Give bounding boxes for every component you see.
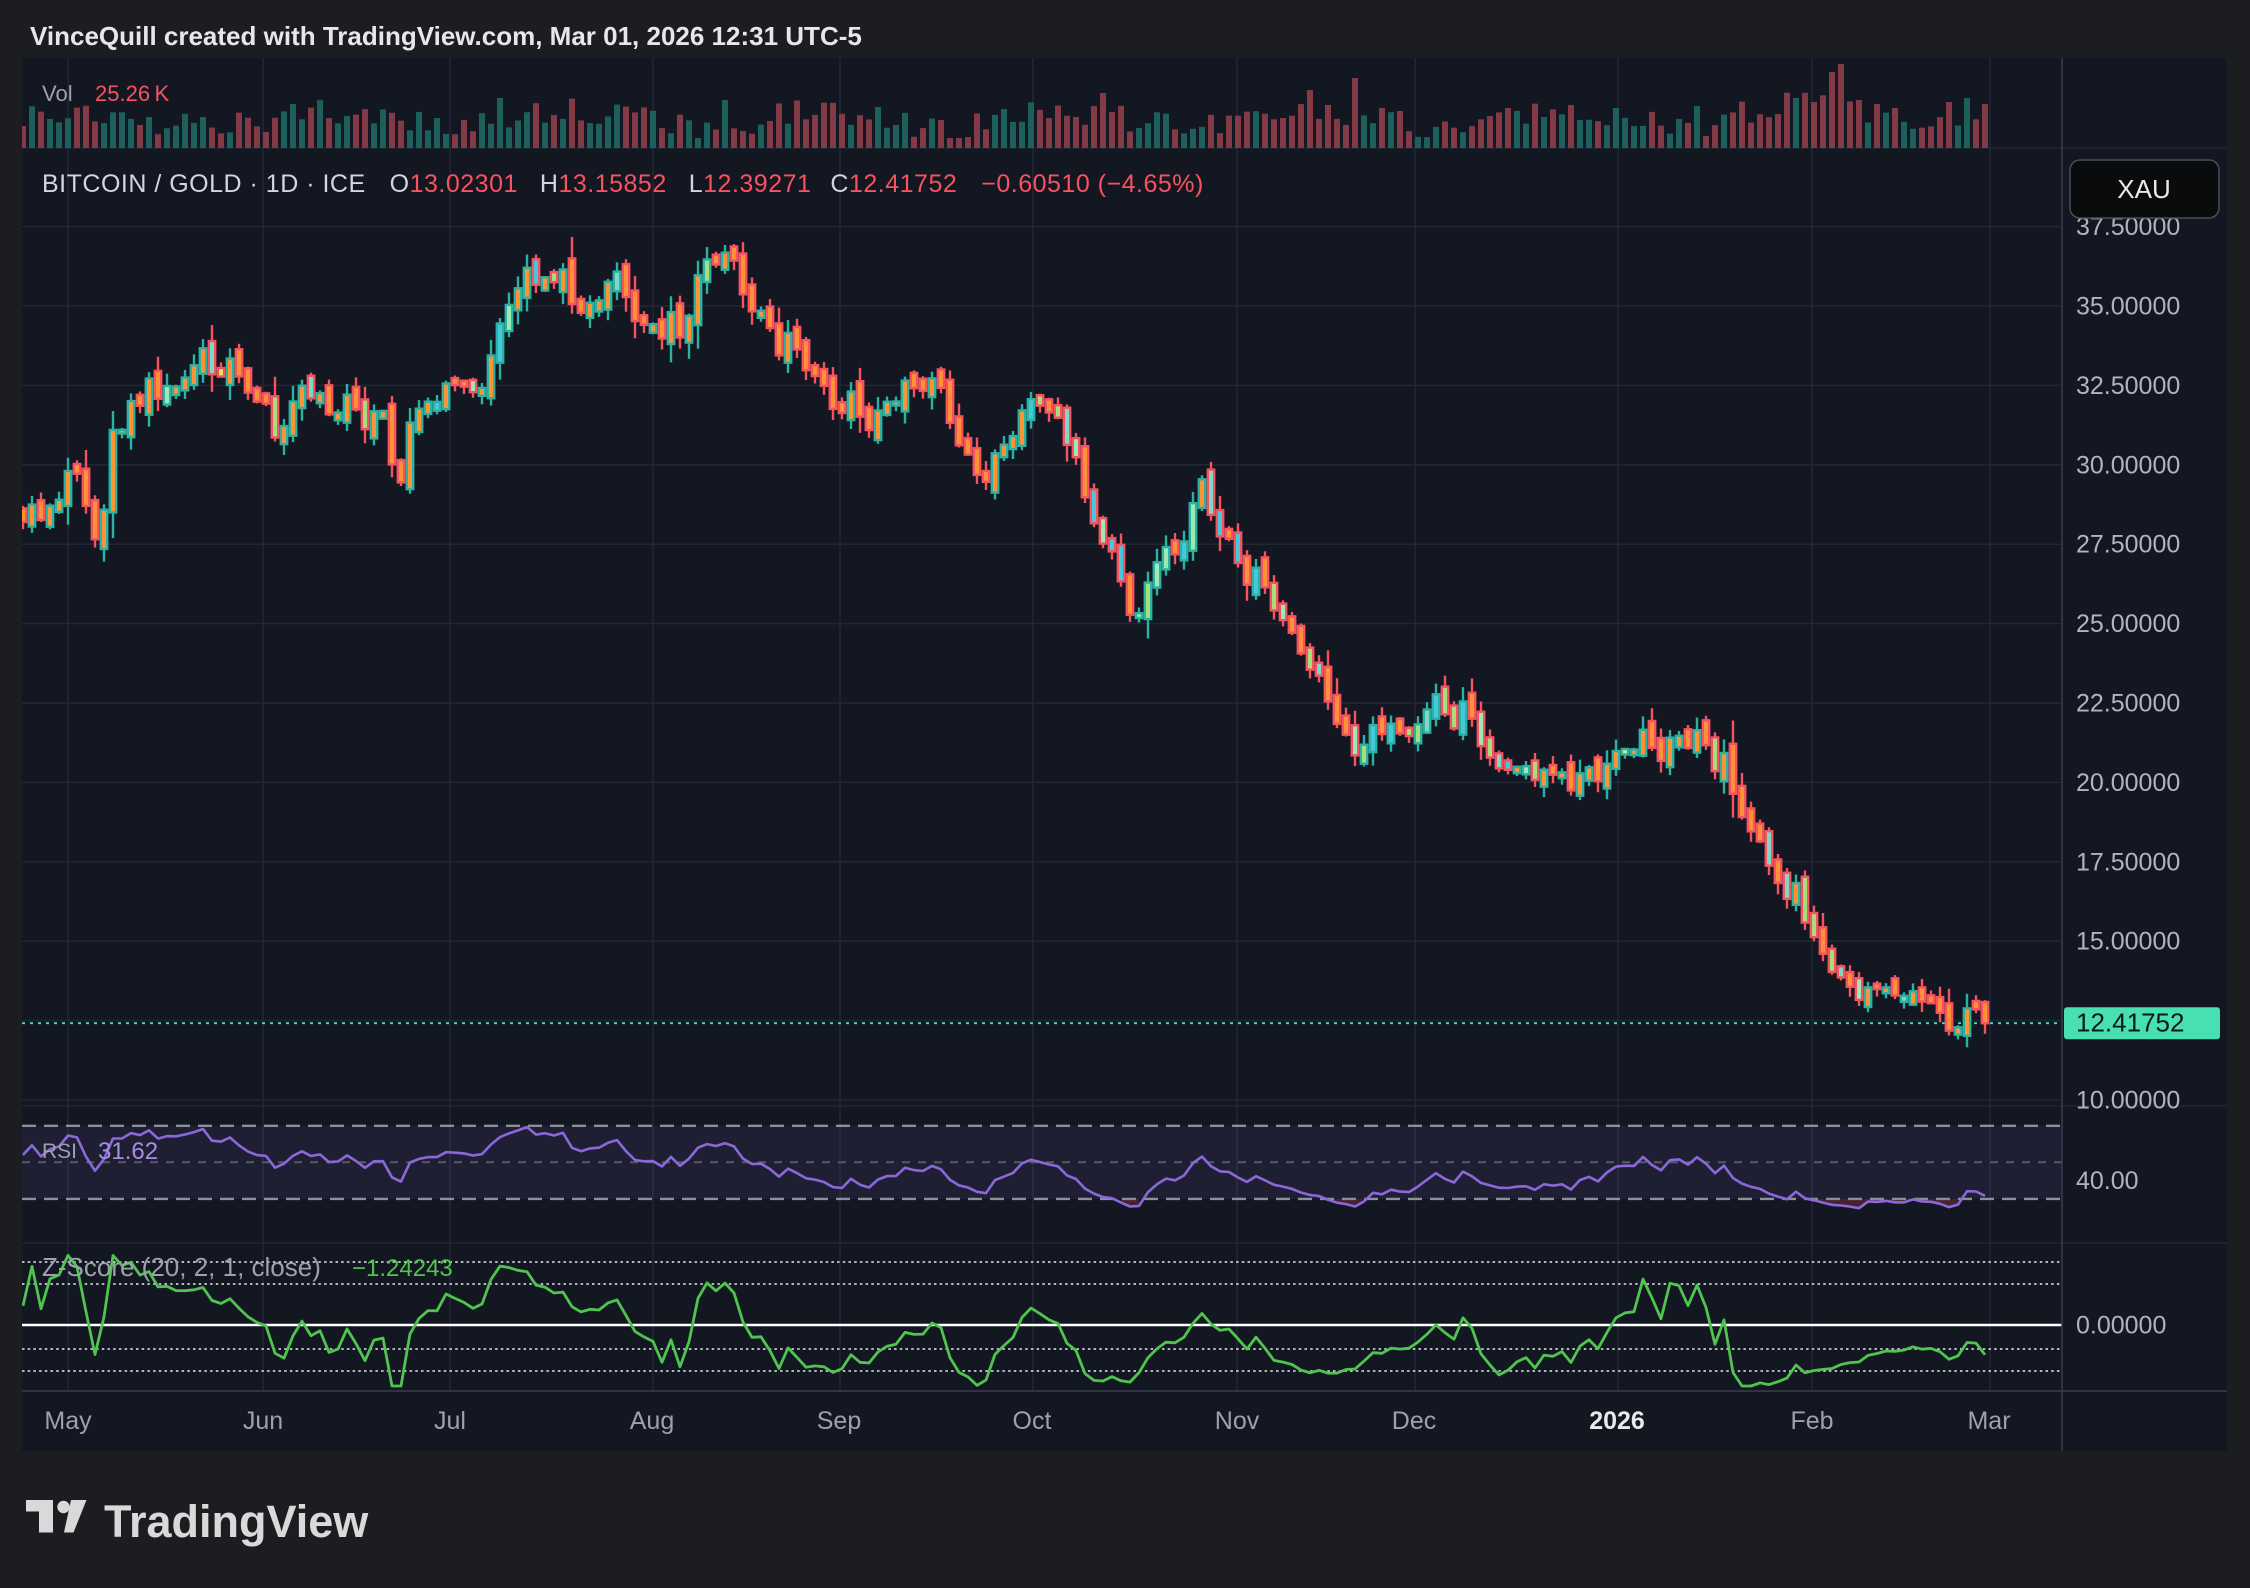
svg-text:27.50000: 27.50000 [2076,531,2180,559]
svg-text:40.00: 40.00 [2076,1167,2139,1195]
svg-text:Sep: Sep [817,1407,861,1435]
svg-text:10.00000: 10.00000 [2076,1087,2180,1115]
svg-text:25.00000: 25.00000 [2076,610,2180,638]
svg-text:Aug: Aug [630,1407,674,1435]
svg-text:20.00000: 20.00000 [2076,769,2180,797]
svg-text:RSI: RSI [42,1140,77,1163]
svg-text:Jul: Jul [434,1407,466,1435]
svg-text:22.50000: 22.50000 [2076,690,2180,718]
svg-text:15.00000: 15.00000 [2076,928,2180,956]
svg-text:31.62: 31.62 [98,1138,158,1165]
svg-text:Z-Score (20, 2, 1, close): Z-Score (20, 2, 1, close) [42,1252,321,1282]
svg-text:2026: 2026 [1589,1407,1645,1435]
svg-text:35.00000: 35.00000 [2076,293,2180,321]
svg-text:Nov: Nov [1215,1407,1260,1435]
svg-text:Dec: Dec [1392,1407,1436,1435]
svg-text:Oct: Oct [1013,1407,1052,1435]
svg-text:32.50000: 32.50000 [2076,372,2180,400]
svg-text:−1.24243: −1.24243 [352,1255,453,1282]
svg-text:Jun: Jun [243,1407,283,1435]
svg-text:TradingView: TradingView [104,1496,369,1547]
svg-text:BITCOIN / GOLD · 1D · ICEO13.0: BITCOIN / GOLD · 1D · ICEO13.02301H13.15… [42,170,1204,198]
svg-text:30.00000: 30.00000 [2076,451,2180,479]
svg-text:12.41752: 12.41752 [2076,1008,2184,1038]
svg-text:Vol: Vol [42,81,73,106]
svg-text:Mar: Mar [1967,1407,2010,1435]
svg-text:Feb: Feb [1790,1407,1833,1435]
svg-text:VinceQuill created with Tradin: VinceQuill created with TradingView.com,… [30,21,862,51]
svg-text:0.00000: 0.00000 [2076,1312,2166,1340]
svg-text:25.26 K: 25.26 K [95,81,169,106]
svg-text:May: May [44,1407,92,1435]
svg-text:17.50000: 17.50000 [2076,848,2180,876]
svg-text:XAU: XAU [2117,174,2170,204]
